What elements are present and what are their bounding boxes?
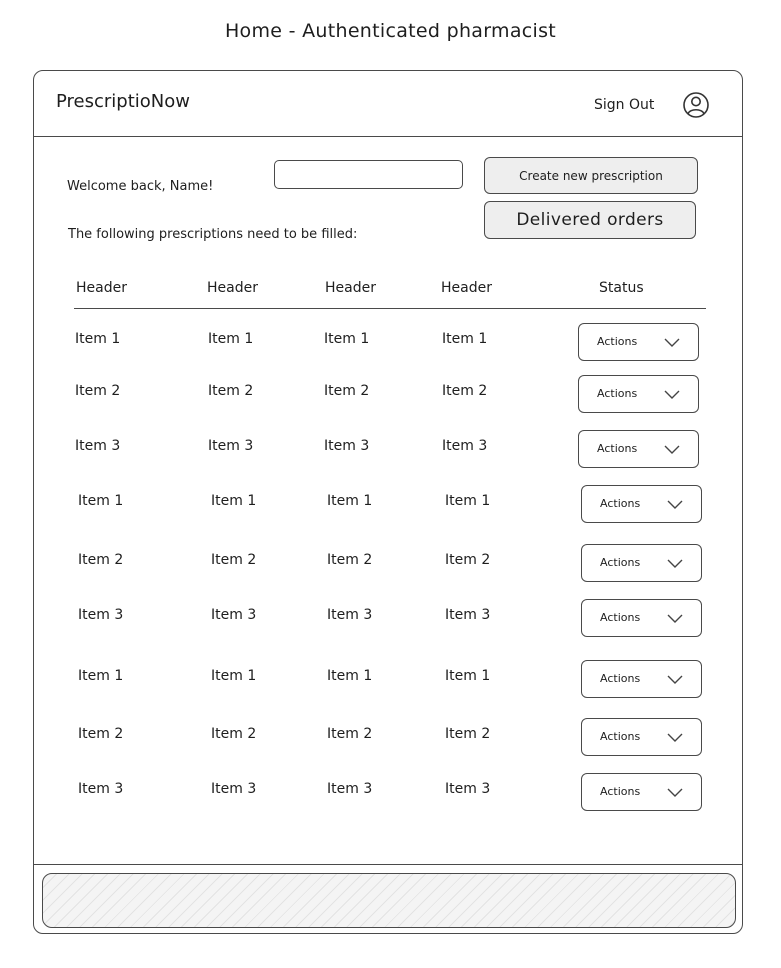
table-cell: Item 1	[324, 331, 370, 347]
table-cell: Item 2	[208, 383, 254, 399]
status-column-header: Status	[599, 280, 644, 296]
column-header: Header	[207, 280, 258, 296]
table-cell: Item 3	[78, 781, 124, 797]
table-cell: Item 2	[211, 552, 257, 568]
column-header: Header	[76, 280, 127, 296]
table-cell: Item 3	[445, 781, 491, 797]
actions-dropdown[interactable]: Actions	[578, 375, 699, 413]
table-cell: Item 3	[324, 438, 370, 454]
table-cell: Item 1	[211, 668, 257, 684]
table-cell: Item 3	[208, 438, 254, 454]
chevron-down-icon	[664, 390, 680, 399]
brand-logo[interactable]: PrescriptioNow	[56, 91, 190, 112]
table-header: Header Header Header Header Status	[74, 278, 706, 309]
table-row: Item 3 Item 3 Item 3 Item 3 Actions	[74, 773, 706, 813]
actions-dropdown-label: Actions	[600, 730, 641, 743]
table-cell: Item 2	[78, 552, 124, 568]
footer-divider	[34, 864, 742, 865]
table-cell: Item 2	[442, 383, 488, 399]
table-row: Item 1 Item 1 Item 1 Item 1 Actions	[74, 323, 706, 363]
table-row: Item 1 Item 1 Item 1 Item 1 Actions	[74, 660, 706, 700]
delivered-orders-button[interactable]: Delivered orders	[484, 201, 696, 239]
table-cell: Item 1	[78, 493, 124, 509]
column-header: Header	[441, 280, 492, 296]
table-cell: Item 3	[75, 438, 121, 454]
actions-dropdown-label: Actions	[600, 672, 641, 685]
table-row: Item 2 Item 2 Item 2 Item 2 Actions	[74, 375, 706, 415]
table-cell: Item 2	[324, 383, 370, 399]
column-header: Header	[325, 280, 376, 296]
table-cell: Item 1	[208, 331, 254, 347]
table-cell: Item 1	[327, 668, 373, 684]
chevron-down-icon	[667, 559, 683, 568]
actions-dropdown[interactable]: Actions	[581, 718, 702, 756]
table-cell: Item 1	[75, 331, 121, 347]
table-cell: Item 3	[327, 607, 373, 623]
chevron-down-icon	[667, 500, 683, 509]
table-cell: Item 1	[445, 668, 491, 684]
top-navbar: PrescriptioNow Sign Out	[34, 71, 742, 137]
chevron-down-icon	[667, 733, 683, 742]
table-cell: Item 2	[327, 726, 373, 742]
chevron-down-icon	[664, 338, 680, 347]
sign-out-link[interactable]: Sign Out	[594, 97, 654, 113]
table-cell: Item 3	[327, 781, 373, 797]
actions-dropdown[interactable]: Actions	[581, 485, 702, 523]
actions-dropdown-label: Actions	[600, 785, 641, 798]
actions-dropdown[interactable]: Actions	[578, 430, 699, 468]
table-cell: Item 2	[211, 726, 257, 742]
table-cell: Item 3	[78, 607, 124, 623]
table-cell: Item 2	[78, 726, 124, 742]
actions-dropdown-label: Actions	[600, 611, 641, 624]
table-cell: Item 3	[442, 438, 488, 454]
table-cell: Item 2	[445, 726, 491, 742]
chevron-down-icon	[664, 445, 680, 454]
table-cell: Item 1	[211, 493, 257, 509]
table-row: Item 2 Item 2 Item 2 Item 2 Actions	[74, 544, 706, 584]
actions-dropdown[interactable]: Actions	[581, 544, 702, 582]
table-row: Item 3 Item 3 Item 3 Item 3 Actions	[74, 599, 706, 639]
chevron-down-icon	[667, 788, 683, 797]
chevron-down-icon	[667, 614, 683, 623]
actions-dropdown-label: Actions	[597, 387, 638, 400]
table-cell: Item 1	[327, 493, 373, 509]
table-row: Item 2 Item 2 Item 2 Item 2 Actions	[74, 718, 706, 758]
actions-dropdown-label: Actions	[597, 335, 638, 348]
actions-dropdown[interactable]: Actions	[581, 599, 702, 637]
footer-bar	[42, 873, 736, 928]
table-row: Item 1 Item 1 Item 1 Item 1 Actions	[74, 485, 706, 525]
table-cell: Item 2	[445, 552, 491, 568]
table-cell: Item 1	[442, 331, 488, 347]
actions-dropdown-label: Actions	[600, 497, 641, 510]
table-cell: Item 1	[78, 668, 124, 684]
actions-dropdown-label: Actions	[597, 442, 638, 455]
create-prescription-button[interactable]: Create new prescription	[484, 157, 698, 194]
table-row: Item 3 Item 3 Item 3 Item 3 Actions	[74, 430, 706, 470]
table-cell: Item 2	[75, 383, 121, 399]
actions-dropdown-label: Actions	[600, 556, 641, 569]
page-title: Home - Authenticated pharmacist	[224, 20, 557, 42]
actions-dropdown[interactable]: Actions	[581, 660, 702, 698]
table-cell: Item 2	[327, 552, 373, 568]
search-input[interactable]	[274, 160, 463, 189]
app-window: PrescriptioNow Sign Out Welcome back, Na…	[33, 70, 743, 934]
actions-dropdown[interactable]: Actions	[578, 323, 699, 361]
welcome-message: Welcome back, Name!	[67, 179, 214, 194]
table-cell: Item 1	[445, 493, 491, 509]
table-cell: Item 3	[211, 781, 257, 797]
chevron-down-icon	[667, 675, 683, 684]
actions-dropdown[interactable]: Actions	[581, 773, 702, 811]
prescriptions-instruction: The following prescriptions need to be f…	[68, 227, 358, 242]
user-circle-icon[interactable]	[682, 91, 710, 119]
table-cell: Item 3	[211, 607, 257, 623]
table-cell: Item 3	[445, 607, 491, 623]
